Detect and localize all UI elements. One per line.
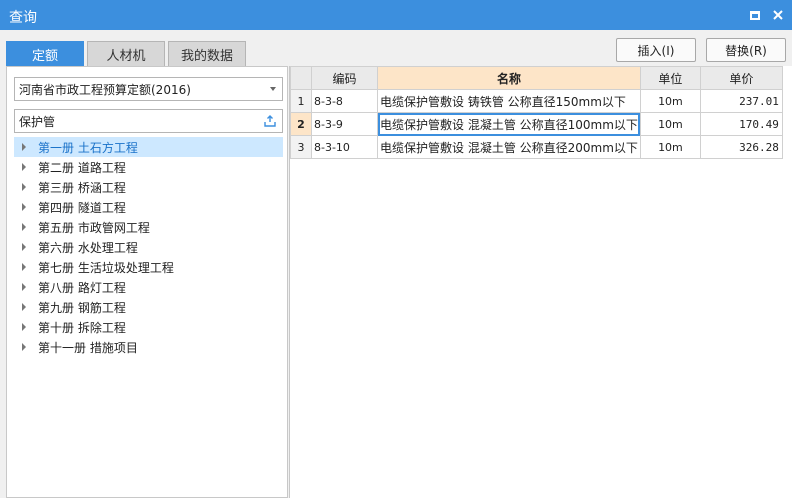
expand-arrow-icon[interactable] bbox=[22, 183, 26, 191]
insert-button[interactable]: 插入(I) bbox=[616, 38, 696, 62]
expand-arrow-icon[interactable] bbox=[22, 263, 26, 271]
tree-item-label: 第七册 生活垃圾处理工程 bbox=[38, 260, 174, 275]
expand-arrow-icon[interactable] bbox=[22, 243, 26, 251]
header-price[interactable]: 单价 bbox=[699, 66, 783, 90]
cell-unit[interactable]: 10m bbox=[639, 135, 701, 159]
tree-item-label: 第十一册 措施项目 bbox=[38, 340, 138, 355]
cell-price[interactable]: 326.28 bbox=[699, 135, 783, 159]
tree-item[interactable]: 第一册 土石方工程 bbox=[14, 137, 283, 157]
title-bar: 查询 bbox=[0, 0, 792, 30]
close-button[interactable] bbox=[766, 0, 790, 30]
search-input[interactable] bbox=[19, 114, 249, 128]
maximize-button[interactable] bbox=[743, 0, 767, 30]
tree-item[interactable]: 第九册 钢筋工程 bbox=[14, 297, 283, 317]
expand-arrow-icon[interactable] bbox=[22, 143, 26, 151]
table-row[interactable]: 1 8-3-8 电缆保护管敷设 铸铁管 公称直径150mm以下 10m 237.… bbox=[290, 89, 783, 113]
header-code[interactable]: 编码 bbox=[311, 66, 378, 90]
row-number: 3 bbox=[290, 135, 312, 159]
cell-unit[interactable]: 10m bbox=[639, 89, 701, 113]
header-row-number bbox=[290, 66, 312, 90]
tree-item[interactable]: 第六册 水处理工程 bbox=[14, 237, 283, 257]
window-title: 查询 bbox=[9, 10, 37, 26]
quota-library-select[interactable]: 河南省市政工程预算定额(2016) bbox=[14, 77, 283, 101]
expand-arrow-icon[interactable] bbox=[22, 283, 26, 291]
tree-item[interactable]: 第七册 生活垃圾处理工程 bbox=[14, 257, 283, 277]
tree-item[interactable]: 第十册 拆除工程 bbox=[14, 317, 283, 337]
cell-name[interactable]: 电缆保护管敷设 混凝土管 公称直径100mm以下 bbox=[377, 112, 641, 136]
expand-arrow-icon[interactable] bbox=[22, 203, 26, 211]
cell-code[interactable]: 8-3-10 bbox=[311, 135, 378, 159]
expand-arrow-icon[interactable] bbox=[22, 163, 26, 171]
tree-item-label: 第四册 隧道工程 bbox=[38, 200, 126, 215]
tree-item[interactable]: 第五册 市政管网工程 bbox=[14, 217, 283, 237]
header-name[interactable]: 名称 bbox=[377, 66, 641, 90]
cell-code[interactable]: 8-3-9 bbox=[311, 112, 378, 136]
cell-price[interactable]: 170.49 bbox=[699, 112, 783, 136]
table-row[interactable]: 3 8-3-10 电缆保护管敷设 混凝土管 公称直径200mm以下 10m 32… bbox=[290, 135, 783, 159]
tree-item-label: 第八册 路灯工程 bbox=[38, 280, 126, 295]
expand-arrow-icon[interactable] bbox=[22, 343, 26, 351]
header-unit[interactable]: 单位 bbox=[639, 66, 701, 90]
quota-library-value: 河南省市政工程预算定额(2016) bbox=[19, 82, 191, 97]
search-icon[interactable] bbox=[264, 115, 276, 127]
chevron-down-icon bbox=[270, 87, 276, 91]
tab-bar: 定额 人材机 我的数据 bbox=[6, 41, 249, 66]
expand-arrow-icon[interactable] bbox=[22, 303, 26, 311]
tree-item[interactable]: 第三册 桥涵工程 bbox=[14, 177, 283, 197]
tree-item[interactable]: 第二册 道路工程 bbox=[14, 157, 283, 177]
tree-item[interactable]: 第八册 路灯工程 bbox=[14, 277, 283, 297]
tree-item-label: 第三册 桥涵工程 bbox=[38, 180, 126, 195]
tree-item-label: 第十册 拆除工程 bbox=[38, 320, 126, 335]
cell-name[interactable]: 电缆保护管敷设 混凝土管 公称直径200mm以下 bbox=[377, 135, 641, 159]
dialog-body: 定额 人材机 我的数据 插入(I) 替换(R) 河南省市政工程预算定额(2016… bbox=[0, 30, 792, 498]
cell-name[interactable]: 电缆保护管敷设 铸铁管 公称直径150mm以下 bbox=[377, 89, 641, 113]
left-panel: 河南省市政工程预算定额(2016) 第一册 土石方工程 第二册 道路工程 第三册… bbox=[6, 66, 288, 498]
expand-arrow-icon[interactable] bbox=[22, 223, 26, 231]
maximize-icon bbox=[750, 10, 760, 20]
row-number: 2 bbox=[290, 112, 312, 136]
search-box bbox=[14, 109, 283, 133]
tree-item-label: 第一册 土石方工程 bbox=[38, 140, 138, 155]
tree-item[interactable]: 第十一册 措施项目 bbox=[14, 337, 283, 357]
results-panel: 编码 名称 单位 单价 1 8-3-8 电缆保护管敷设 铸铁管 公称直径150m… bbox=[289, 66, 792, 498]
table-header-row: 编码 名称 单位 单价 bbox=[290, 66, 783, 90]
cell-code[interactable]: 8-3-8 bbox=[311, 89, 378, 113]
tree-item-label: 第六册 水处理工程 bbox=[38, 240, 138, 255]
cell-unit[interactable]: 10m bbox=[639, 112, 701, 136]
tab-my-data[interactable]: 我的数据 bbox=[168, 41, 246, 66]
replace-button[interactable]: 替换(R) bbox=[706, 38, 786, 62]
tree-item[interactable]: 第四册 隧道工程 bbox=[14, 197, 283, 217]
tree-item-label: 第二册 道路工程 bbox=[38, 160, 126, 175]
tab-quota[interactable]: 定额 bbox=[6, 41, 84, 66]
results-table: 编码 名称 单位 单价 1 8-3-8 电缆保护管敷设 铸铁管 公称直径150m… bbox=[290, 66, 783, 159]
chapter-tree: 第一册 土石方工程 第二册 道路工程 第三册 桥涵工程 第四册 隧道工程 第五册… bbox=[14, 137, 283, 357]
table-row[interactable]: 2 8-3-9 电缆保护管敷设 混凝土管 公称直径100mm以下 10m 170… bbox=[290, 112, 783, 136]
expand-arrow-icon[interactable] bbox=[22, 323, 26, 331]
tree-item-label: 第九册 钢筋工程 bbox=[38, 300, 126, 315]
close-icon bbox=[773, 10, 783, 20]
cell-price[interactable]: 237.01 bbox=[699, 89, 783, 113]
tab-labor-material-machine[interactable]: 人材机 bbox=[87, 41, 165, 66]
tree-item-label: 第五册 市政管网工程 bbox=[38, 220, 150, 235]
row-number: 1 bbox=[290, 89, 312, 113]
